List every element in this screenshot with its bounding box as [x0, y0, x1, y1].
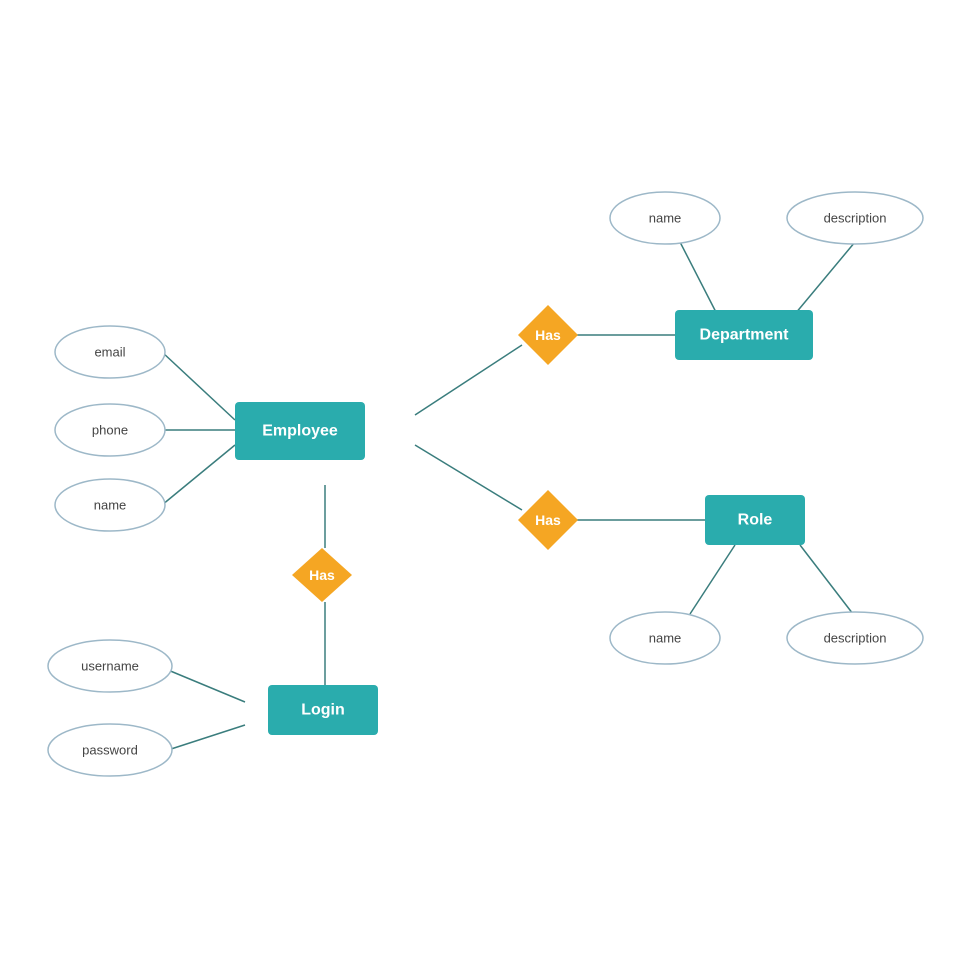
attr-dept-name-label: name [649, 211, 682, 226]
entity-login-label: Login [301, 702, 345, 719]
connector-emp-hasrole1 [415, 445, 522, 510]
entity-department-label: Department [700, 327, 790, 344]
attr-login-username-label: username [81, 659, 139, 674]
attr-dept-desc-label: description [824, 211, 887, 226]
attr-role-name-label: name [649, 631, 682, 646]
entity-employee-label: Employee [262, 423, 338, 440]
entity-role-label: Role [738, 512, 773, 529]
connector-dept-desc [790, 242, 855, 320]
relation-has-login-label: Has [309, 567, 335, 583]
er-diagram: email phone name name description name d… [0, 0, 975, 975]
connector-emp-email [162, 352, 235, 420]
connector-emp-name [162, 445, 235, 505]
connector-role-name [690, 545, 735, 614]
attr-emp-phone-label: phone [92, 423, 128, 438]
connector-role-desc [800, 545, 853, 614]
attr-role-desc-label: description [824, 631, 887, 646]
connector-dept-name [680, 242, 720, 320]
connector-emp-hasdept1 [415, 345, 522, 415]
attr-emp-email-label: email [94, 345, 125, 360]
relation-has-role-label: Has [535, 512, 561, 528]
attr-emp-name-label: name [94, 498, 127, 513]
attr-login-password-label: password [82, 743, 138, 758]
relation-has-dept-label: Has [535, 327, 561, 343]
connector-login-password [168, 725, 245, 750]
connector-login-username [168, 670, 245, 702]
